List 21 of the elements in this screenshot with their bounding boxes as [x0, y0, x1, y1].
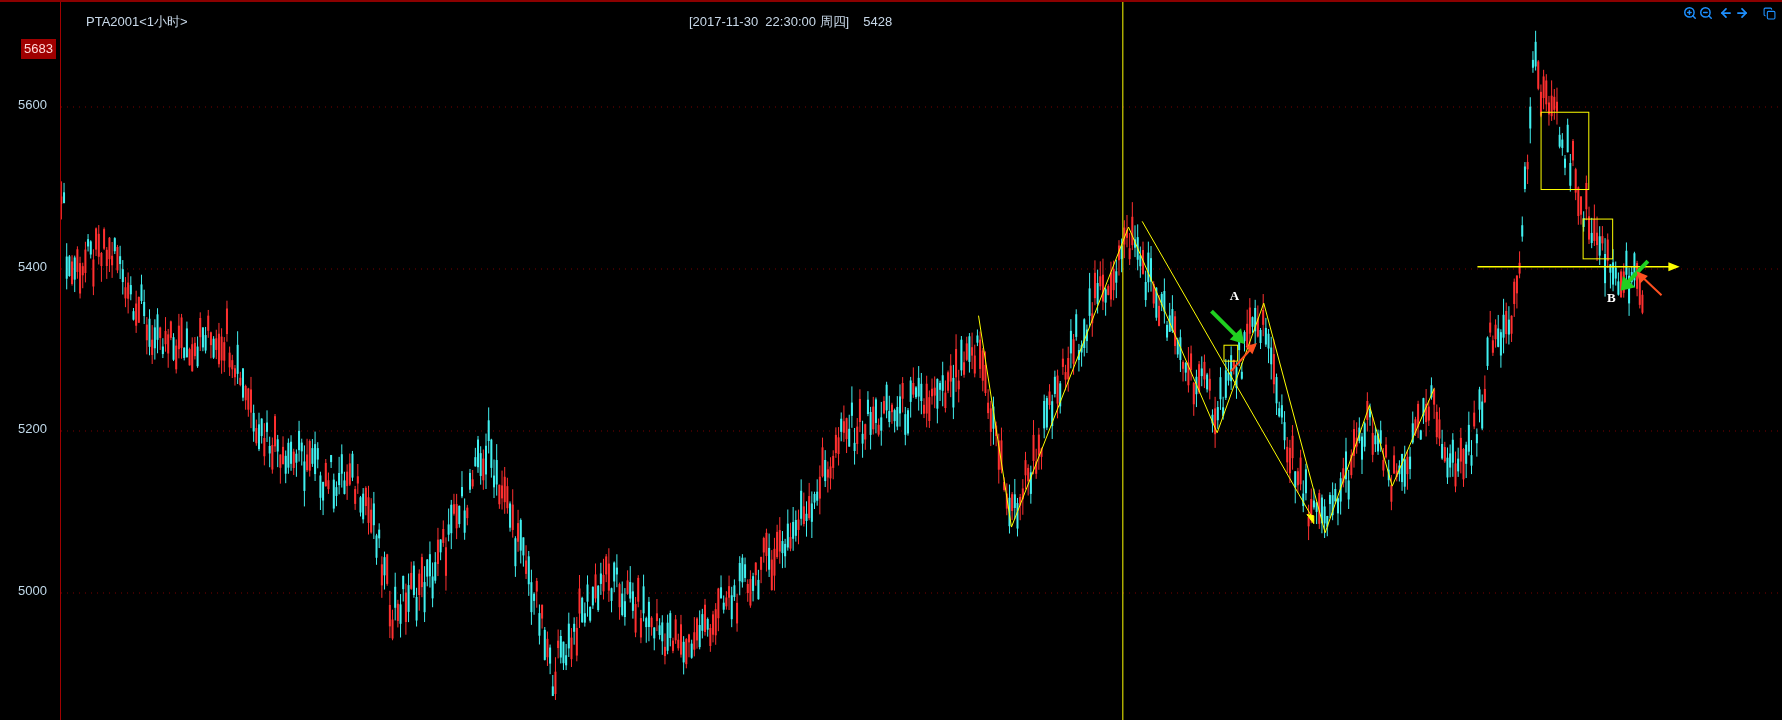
price-axis-label: 5600 — [18, 97, 47, 113]
restore-window-icon[interactable] — [1763, 6, 1776, 20]
annotation-label: B — [1607, 290, 1616, 306]
arrow-right-icon[interactable] — [1735, 6, 1749, 20]
symbol-title: PTA2001<1小时> — [86, 13, 188, 31]
price-axis-label: 5000 — [18, 583, 47, 599]
arrow-icon — [1620, 259, 1650, 291]
arrow-left-icon[interactable] — [1719, 6, 1733, 20]
cursor-price: 5428 — [863, 13, 893, 31]
highlight-rectangle — [1223, 344, 1239, 362]
arrow-icon — [1636, 271, 1663, 297]
arrow-icon — [1210, 309, 1245, 345]
cursor-timestamp: [2017-11-30 22:30:00 周四] — [689, 13, 850, 31]
arrow-icon — [1229, 342, 1257, 373]
current-price-badge: 5683 — [21, 39, 56, 59]
highlight-rectangle — [1582, 218, 1614, 260]
annotation-label: A — [1229, 287, 1240, 303]
zoom-out-icon[interactable] — [1699, 6, 1713, 20]
zoom-in-icon[interactable] — [1683, 6, 1697, 20]
price-axis-label: 5200 — [18, 421, 47, 437]
price-axis-label: 5400 — [18, 259, 47, 275]
